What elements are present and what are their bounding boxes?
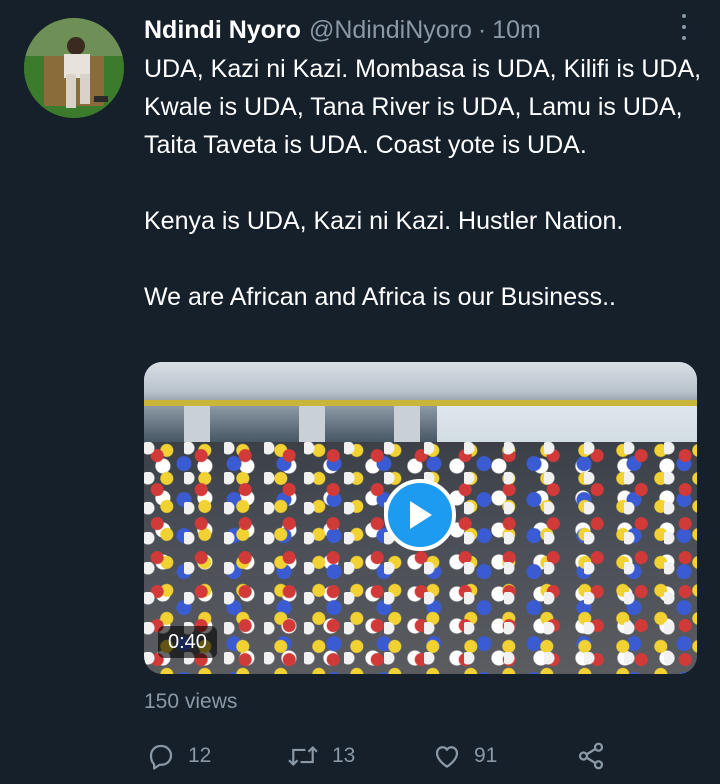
video-player[interactable] <box>144 362 697 674</box>
heart-icon <box>435 746 459 768</box>
avatar[interactable] <box>24 18 124 118</box>
tweet-header: Ndindi Nyoro @NdindiNyoro · 10m <box>144 14 700 46</box>
more-dot <box>682 25 686 29</box>
video-overpass-stripe <box>144 400 697 406</box>
share-button[interactable] <box>576 738 606 774</box>
timestamp[interactable]: 10m <box>492 16 541 45</box>
like-button[interactable]: 91 <box>432 738 497 774</box>
play-button[interactable] <box>384 479 456 551</box>
author-name[interactable]: Ndindi Nyoro <box>144 16 301 45</box>
video-crowd <box>144 442 697 674</box>
play-icon <box>410 501 432 529</box>
tweet-paragraph: We are African and Africa is our Busines… <box>144 283 616 311</box>
separator-dot: · <box>477 15 487 44</box>
video-overpass <box>144 362 697 404</box>
reply-button[interactable]: 12 <box>146 738 211 774</box>
view-count[interactable]: 150 views <box>144 690 237 714</box>
action-bar: 12 13 91 <box>144 738 614 774</box>
retweet-button[interactable]: 13 <box>286 738 355 774</box>
tweet-paragraph: Kenya is UDA, Kazi ni Kazi. Hustler Nati… <box>144 207 624 235</box>
share-icon <box>578 742 604 770</box>
more-dot <box>682 36 686 40</box>
video-duration: 0:40 <box>158 626 217 658</box>
avatar-photo <box>24 18 124 118</box>
retweet-icon <box>288 745 318 767</box>
author-handle[interactable]: @NdindiNyoro <box>309 16 472 45</box>
tweet-paragraph: UDA, Kazi ni Kazi. Mombasa is UDA, Kilif… <box>144 55 702 159</box>
reply-count: 12 <box>188 744 212 767</box>
more-options-button[interactable] <box>678 14 690 40</box>
more-vertical-icon <box>682 14 686 18</box>
reply-icon <box>149 744 173 770</box>
retweet-count: 13 <box>332 744 356 767</box>
like-count: 91 <box>474 744 498 767</box>
tweet-text: UDA, Kazi ni Kazi. Mombasa is UDA, Kilif… <box>144 50 704 316</box>
